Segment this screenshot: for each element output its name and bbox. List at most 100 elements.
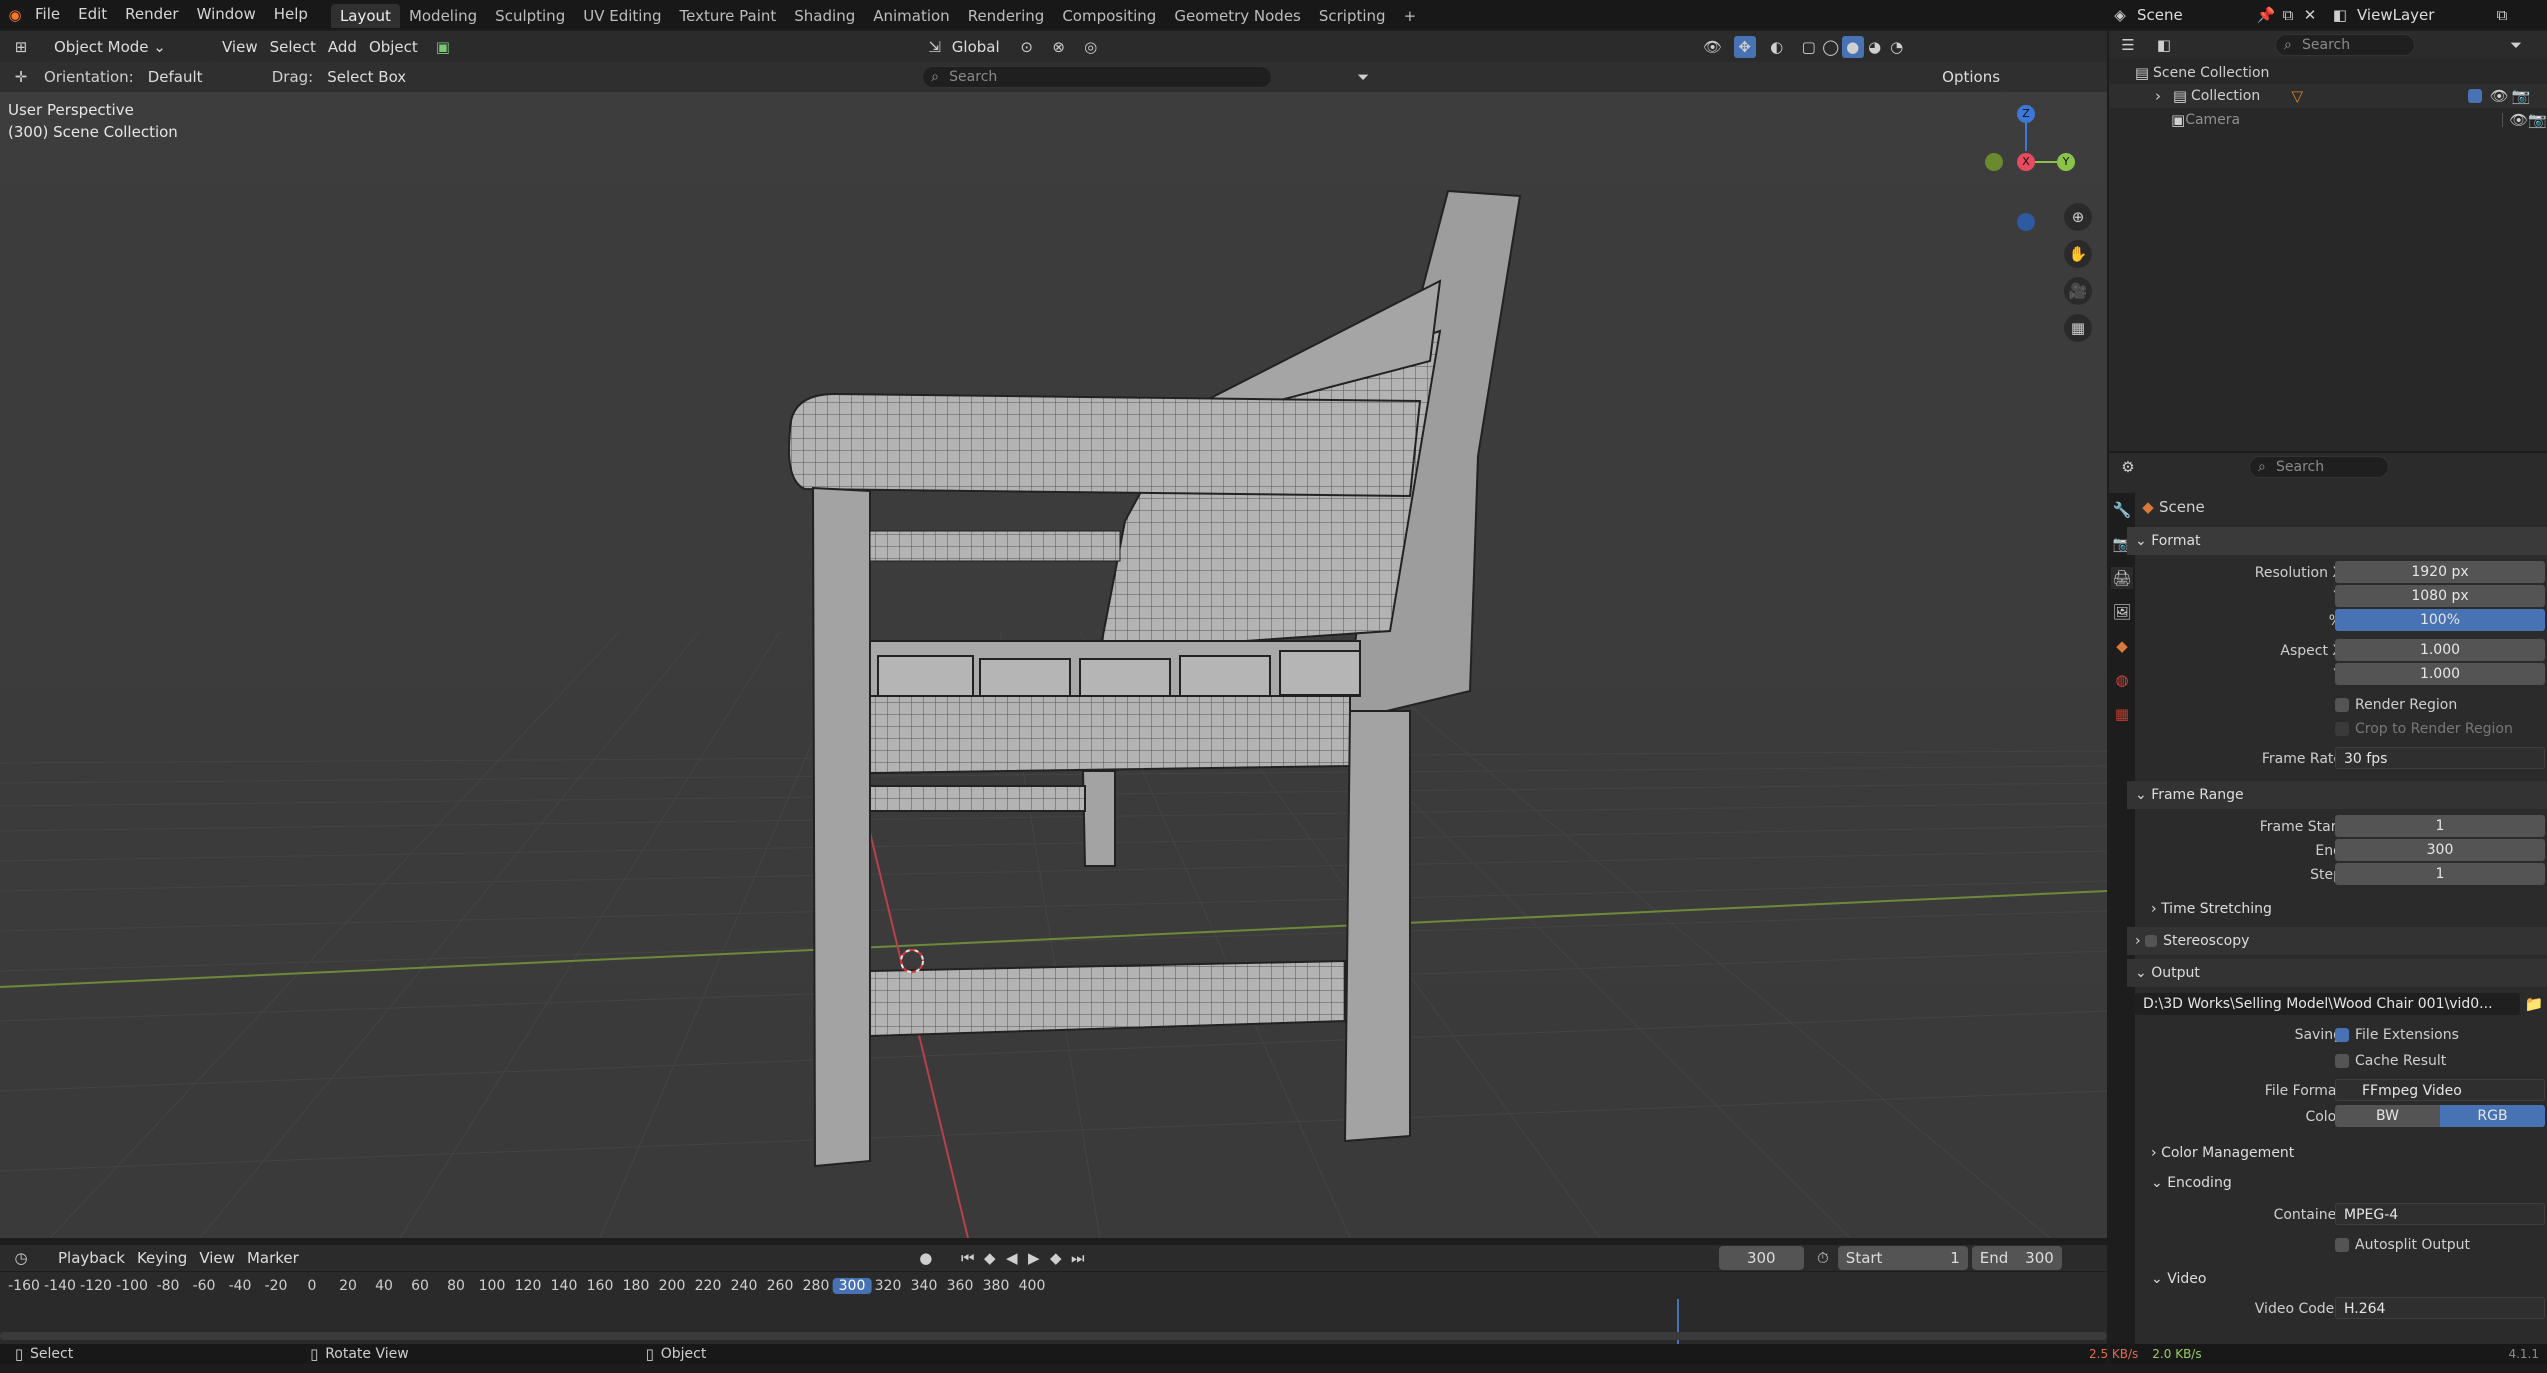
gizmo-z-icon[interactable]: Z (2017, 105, 2035, 123)
timeline-area[interactable]: -160 -140 -120 -100 -80 -60 -40 -20 0 20 40 60 80 100… (0, 1272, 2107, 1344)
drag-dropdown[interactable]: Select Box (321, 65, 412, 89)
select-mode-icon[interactable]: ▣ (432, 36, 454, 58)
output-path-input[interactable]: D:\3D Works\Selling Model\Wood Chair 001… (2135, 993, 2520, 1015)
filter-icon[interactable]: ⏷ (1352, 66, 1374, 88)
stereoscopy-checkbox[interactable] (2145, 935, 2158, 947)
next-key-icon[interactable]: ◆ (1045, 1247, 1067, 1269)
menu-file[interactable]: File (26, 0, 69, 29)
resolution-y-field[interactable]: 1080 px (2335, 585, 2545, 607)
outliner-search-input[interactable]: Search (2275, 34, 2415, 56)
color-management-subpanel[interactable]: › Color Management (2127, 1139, 2547, 1167)
timeline-view-menu[interactable]: View (193, 1246, 241, 1270)
menu-render[interactable]: Render (116, 0, 187, 29)
start-frame-field[interactable]: Start 1 (1837, 1246, 1968, 1270)
properties-editor-icon[interactable]: ⚙ (2117, 456, 2139, 478)
render-region-checkbox[interactable] (2335, 698, 2349, 712)
wireframe-shading-icon[interactable]: ◯ (1820, 36, 1842, 58)
keying-menu[interactable]: Keying (131, 1246, 193, 1270)
scene-icon[interactable]: ◈ (2109, 4, 2131, 26)
tab-shading[interactable]: Shading (785, 4, 864, 28)
prev-key-icon[interactable]: ◆ (979, 1247, 1001, 1269)
options-dropdown[interactable]: Options (1934, 65, 2009, 89)
gizmo-neg-z-icon[interactable] (2017, 213, 2035, 231)
time-stretching-subpanel[interactable]: › Time Stretching (2127, 895, 2547, 923)
video-codec-dropdown[interactable]: H.264 (2335, 1297, 2545, 1319)
add-menu[interactable]: Add (322, 35, 363, 59)
render-region-row[interactable]: Render Region (2127, 693, 2547, 717)
camera-render-icon[interactable]: 📷 (2528, 109, 2547, 131)
tab-animation[interactable]: Animation (864, 4, 958, 28)
tab-texture-paint[interactable]: Texture Paint (670, 4, 785, 28)
tab-compositing[interactable]: Compositing (1053, 4, 1165, 28)
camera-eye-icon[interactable]: 👁 (2509, 109, 2528, 131)
eye-icon[interactable]: 👁 (2488, 85, 2510, 107)
collection-checkbox[interactable] (2468, 89, 2483, 103)
delete-scene-icon[interactable]: ✕ (2299, 4, 2321, 26)
gizmo-neg-y-icon[interactable] (1985, 153, 2003, 171)
menu-edit[interactable]: Edit (69, 0, 116, 29)
snap-icon[interactable]: ⊗ (1048, 36, 1070, 58)
encoding-panel-header[interactable]: ⌄ Encoding (2127, 1169, 2547, 1197)
stopwatch-icon[interactable]: ⏱ (1812, 1247, 1834, 1269)
blender-logo-icon[interactable]: ◉ (4, 4, 26, 26)
frame-rate-dropdown[interactable]: 30 fps (2335, 747, 2545, 769)
timeline-scrollbar[interactable] (0, 1332, 2107, 1340)
overlay-toggle-icon[interactable]: ◐ (1766, 36, 1788, 58)
frame-start-field[interactable]: 1 (2335, 815, 2545, 837)
outliner-row-collection[interactable]: › ▤ Collection ▽ 👁 📷 (2109, 84, 2547, 108)
menu-help[interactable]: Help (265, 0, 317, 29)
autosplit-row[interactable]: Autosplit Output (2127, 1233, 2547, 1257)
tab-geometry-nodes[interactable]: Geometry Nodes (1165, 4, 1310, 28)
crop-region-checkbox[interactable] (2335, 722, 2349, 736)
properties-search-input[interactable]: Search (2249, 456, 2389, 478)
outliner-editor-icon[interactable]: ☰ (2117, 34, 2139, 56)
marker-menu[interactable]: Marker (241, 1246, 305, 1270)
tool-search-input[interactable]: Search (922, 66, 1273, 88)
play-reverse-icon[interactable]: ◀ (1001, 1247, 1023, 1269)
gizmo-x-icon[interactable]: X (2017, 153, 2035, 171)
outliner-scene-collection[interactable]: ▤ Scene Collection (2131, 62, 2269, 84)
aspect-y-field[interactable]: 1.000 (2335, 663, 2545, 685)
view-menu[interactable]: View (216, 35, 264, 59)
jump-end-icon[interactable]: ⏭ (1067, 1247, 1089, 1269)
play-icon[interactable]: ▶ (1023, 1247, 1045, 1269)
proportional-icon[interactable]: ◎ (1080, 36, 1102, 58)
visibility-icon[interactable]: 👁 (1702, 36, 1724, 58)
outliner-row-camera[interactable]: ▣ Camera 👁 📷 (2109, 108, 2547, 132)
add-workspace-button[interactable]: + (1395, 4, 1426, 28)
resolution-pct-field[interactable]: 100% (2335, 609, 2545, 631)
timeline-editor-icon[interactable]: ◷ (10, 1247, 32, 1269)
transform-orientation-dropdown[interactable]: Global (946, 35, 1006, 59)
editor-type-icon[interactable]: ⊞ (10, 36, 32, 58)
render-camera-icon[interactable]: 📷 (2510, 85, 2532, 107)
cache-result-checkbox[interactable] (2335, 1054, 2349, 1068)
move-tool-icon[interactable]: ✛ (10, 66, 32, 88)
file-extensions-checkbox[interactable] (2335, 1028, 2349, 1042)
frame-step-field[interactable]: 1 (2335, 863, 2545, 885)
tab-modeling[interactable]: Modeling (400, 4, 486, 28)
display-mode-icon[interactable]: ◧ (2153, 34, 2175, 56)
rendered-shading-icon[interactable]: ◔ (1886, 36, 1908, 58)
object-menu[interactable]: Object (363, 35, 424, 59)
aspect-x-field[interactable]: 1.000 (2335, 639, 2545, 661)
stereoscopy-panel-header[interactable]: › Stereoscopy (2127, 927, 2547, 955)
solid-shading-icon[interactable]: ● (1841, 35, 1864, 58)
color-rgb-button[interactable]: RGB (2440, 1105, 2545, 1127)
frame-end-field[interactable]: 300 (2335, 839, 2545, 861)
pan-hand-icon[interactable]: ✋ (2064, 240, 2092, 268)
video-panel-header[interactable]: ⌄ Video (2127, 1265, 2547, 1293)
gizmo-y-icon[interactable]: Y (2057, 153, 2075, 171)
3d-viewport[interactable]: ⊞ Object Mode ⌄ View Select Add Object ▣… (0, 31, 2107, 1238)
select-menu[interactable]: Select (264, 35, 322, 59)
cache-result-row[interactable]: Cache Result (2127, 1049, 2547, 1073)
outliner-filter-icon[interactable]: ⏷ (2505, 34, 2527, 56)
scene-field[interactable]: Scene (2131, 3, 2251, 27)
pivot-icon[interactable]: ⊙ (1016, 36, 1038, 58)
current-frame-field[interactable]: 300 (1718, 1246, 1804, 1270)
xray-icon[interactable]: ▢ (1798, 36, 1820, 58)
color-bw-button[interactable]: BW (2335, 1105, 2440, 1127)
format-panel-header[interactable]: ⌄ Format (2127, 527, 2547, 555)
material-shading-icon[interactable]: ◕ (1864, 36, 1886, 58)
end-frame-field[interactable]: End 300 (1971, 1246, 2062, 1270)
folder-browse-icon[interactable]: 📁 (2523, 993, 2545, 1015)
